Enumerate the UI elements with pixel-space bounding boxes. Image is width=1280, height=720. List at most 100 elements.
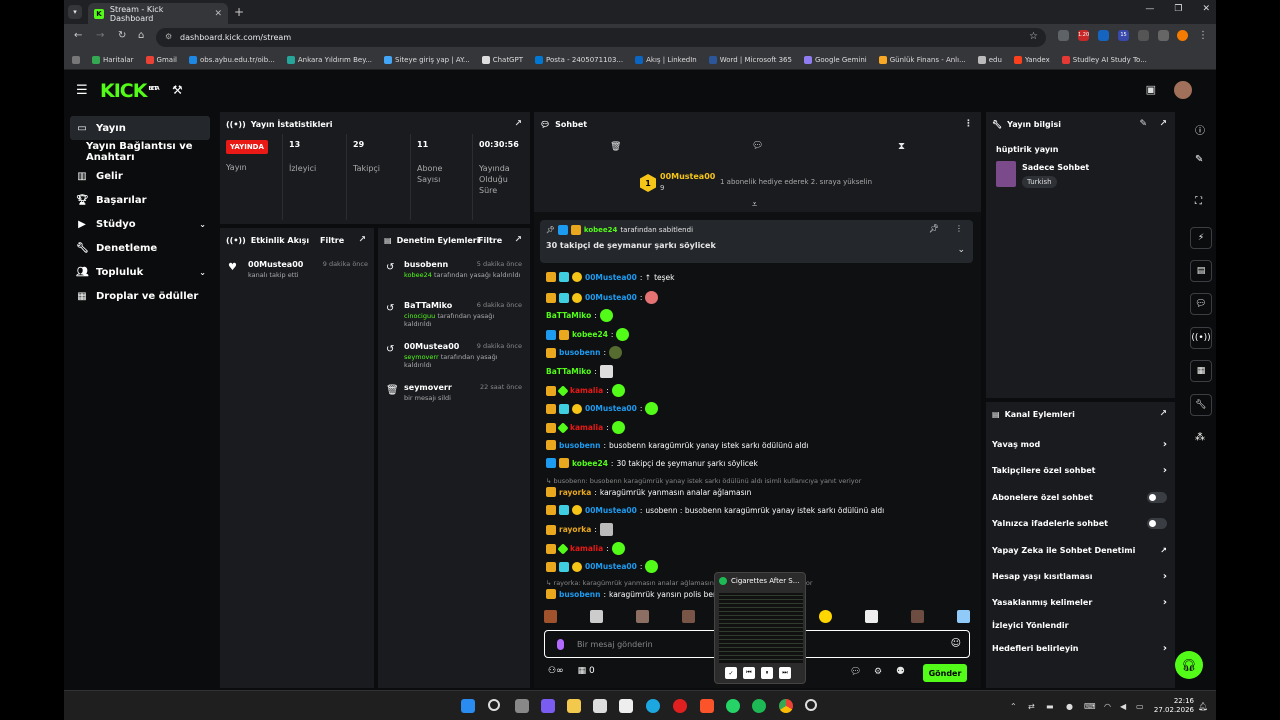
chat-username[interactable]: kobee24: [572, 459, 608, 468]
chat-message[interactable]: rayorka: karagümrük yanmasın analar ağla…: [546, 487, 751, 497]
bookmark-item[interactable]: Akış | LinkedIn: [635, 55, 697, 64]
emote-icon[interactable]: [956, 610, 970, 623]
tab-close-icon[interactable]: ✕: [214, 9, 222, 19]
edit-icon[interactable]: ✎: [1195, 154, 1203, 165]
extension-badge-icon[interactable]: 1.20: [1078, 30, 1089, 41]
popout-icon[interactable]: ↗: [1159, 409, 1167, 419]
emotes-only-item[interactable]: Yalnızca ifadelerle sohbet: [992, 513, 1167, 533]
maximize-icon[interactable]: ❐: [1174, 4, 1182, 14]
chat-bubble-icon[interactable]: 💬︎: [1190, 293, 1212, 315]
chat-message[interactable]: busobenn:: [546, 346, 622, 359]
chat-username[interactable]: 00Mustea00: [585, 273, 637, 282]
clock[interactable]: 22:16 27.02.2026: [1154, 697, 1194, 715]
chat-message[interactable]: kobee24: 30 takipçi de şeymanur şarkı sö…: [546, 458, 758, 468]
support-headset-icon[interactable]: 🎧︎: [1175, 651, 1203, 679]
browser-menu-icon[interactable]: ⋮: [1198, 30, 1208, 41]
minimize-icon[interactable]: —: [1145, 4, 1154, 14]
new-tab-icon[interactable]: +: [234, 5, 244, 19]
site-info-icon[interactable]: ⚙: [165, 32, 172, 41]
popout-icon[interactable]: ↗: [514, 119, 522, 129]
bookmark-item[interactable]: Posta - 2405071103...: [534, 55, 623, 64]
chevron-down-icon[interactable]: ⌄: [957, 245, 965, 255]
previous-icon[interactable]: ⏮: [743, 667, 755, 679]
pause-icon[interactable]: ⏸: [761, 667, 773, 679]
forward-icon[interactable]: →: [96, 30, 104, 41]
tray-app-icon[interactable]: ⇄: [1028, 702, 1035, 711]
chat-username[interactable]: busobenn: [559, 348, 600, 357]
sidebar-item-denetleme[interactable]: 🔧︎ Denetleme: [70, 236, 210, 260]
profile-icon[interactable]: [1177, 30, 1188, 41]
edit-icon[interactable]: ✎: [1139, 119, 1147, 129]
extensions-puzzle-icon[interactable]: [1138, 30, 1149, 41]
whatsapp-icon[interactable]: [726, 699, 740, 713]
chat-message[interactable]: 00Mustea00:: [546, 402, 659, 415]
copilot-icon[interactable]: [541, 699, 555, 713]
tray-chevron-icon[interactable]: ⌃: [1010, 702, 1017, 711]
document-icon[interactable]: ▤: [1190, 260, 1212, 282]
chat-username[interactable]: rayorka: [559, 488, 591, 497]
reload-icon[interactable]: ↻: [118, 30, 126, 41]
spotify-icon[interactable]: [752, 699, 766, 713]
chat-username[interactable]: 00Mustea00: [585, 562, 637, 571]
chat-username[interactable]: kamalia: [570, 386, 603, 395]
chat-username[interactable]: 00Mustea00: [585, 404, 637, 413]
emoji-icon[interactable]: ☺: [951, 638, 961, 649]
avatar[interactable]: [1174, 81, 1192, 99]
gift-counter[interactable]: ▦ 0: [578, 666, 595, 676]
bookmark-item[interactable]: Studley AI Study To...: [1061, 55, 1147, 64]
tab-search-icon[interactable]: ▾: [68, 5, 82, 19]
filter-button[interactable]: Filtre: [478, 236, 502, 245]
bookmark-item[interactable]: Ankara Yıldırım Bey...: [286, 55, 372, 64]
opera-icon[interactable]: [673, 699, 687, 713]
ai-moderation-item[interactable]: Yapay Zeka ile Sohbet Denetimi ↗: [992, 540, 1167, 560]
shield-extension-icon[interactable]: [1058, 30, 1069, 41]
close-window-icon[interactable]: ✕: [1202, 4, 1210, 14]
chat-username[interactable]: 00Mustea00: [585, 506, 637, 515]
chat-menu-icon[interactable]: ⋮: [964, 119, 973, 129]
notification-bell-icon[interactable]: 🔔︎: [1198, 702, 1208, 711]
bookmark-item[interactable]: obs.aybu.edu.tr/oib...: [188, 55, 275, 64]
popout-icon[interactable]: ↗: [1159, 119, 1167, 129]
slow-mode-item[interactable]: Yavaş mod ›: [992, 434, 1167, 454]
bookmark-star-icon[interactable]: ☆: [1029, 31, 1038, 42]
audio-extension-icon[interactable]: [1098, 30, 1109, 41]
bookmark-item[interactable]: Günlük Finans - Anlı...: [878, 55, 966, 64]
chat-message[interactable]: 00Mustea00: usobenn : busobenn karagümrü…: [546, 505, 884, 515]
emote-icon[interactable]: [589, 610, 603, 623]
sidebar-item-basarilar[interactable]: 🏆︎ Başarılar: [70, 188, 210, 212]
pinned-user[interactable]: kobee24: [584, 226, 618, 234]
sidebar-item-gelir[interactable]: ▥ Gelir: [70, 164, 210, 188]
sidebar-item-stream-key[interactable]: Yayın Bağlantısı ve Anahtarı: [70, 140, 210, 164]
chat-message[interactable]: 00Mustea00:: [546, 291, 659, 304]
bookmark-folder[interactable]: edu: [977, 55, 1002, 64]
store-icon[interactable]: [593, 699, 607, 713]
send-button[interactable]: Gönder: [923, 664, 967, 682]
lightning-icon[interactable]: ⚡︎: [1190, 227, 1212, 249]
chat-message[interactable]: kamalia:: [546, 384, 625, 397]
crop-icon[interactable]: ⛶: [1195, 196, 1202, 207]
chat-username[interactable]: BaTTaMiko: [546, 367, 591, 376]
layout-icon[interactable]: ▦: [1190, 360, 1212, 382]
bookmark-item[interactable]: Google Gemini: [803, 55, 867, 64]
mic-icon[interactable]: [557, 639, 564, 650]
chat-username[interactable]: 00Mustea00: [585, 293, 637, 302]
category-thumbnail[interactable]: [996, 161, 1016, 187]
emotes-only-toggle[interactable]: [1147, 517, 1167, 529]
emote-icon[interactable]: [635, 610, 649, 623]
chat-username[interactable]: kamalia: [570, 423, 603, 432]
sidebar-item-yayin[interactable]: ▭ Yayın: [70, 116, 210, 140]
start-icon[interactable]: [461, 699, 475, 713]
more-icon[interactable]: ⋮: [955, 224, 963, 233]
chat-username[interactable]: busobenn: [559, 441, 600, 450]
followers-only-item[interactable]: Takipçilere özel sohbet ›: [992, 460, 1167, 480]
apps-grid-icon[interactable]: [72, 55, 80, 64]
trash-icon[interactable]: 🗑︎: [610, 142, 621, 152]
bookmark-item[interactable]: Word | Microsoft 365: [708, 55, 792, 64]
chat-username[interactable]: kobee24: [572, 330, 608, 339]
home-icon[interactable]: ⌂: [138, 30, 144, 41]
wrench-icon[interactable]: 🔧︎: [1190, 394, 1212, 416]
bookmark-item[interactable]: Haritalar: [92, 55, 134, 64]
chat-bubble-icon[interactable]: 💬︎: [752, 141, 763, 151]
extension-counter-icon[interactable]: 15: [1118, 30, 1129, 41]
chrome-icon[interactable]: [779, 699, 793, 713]
